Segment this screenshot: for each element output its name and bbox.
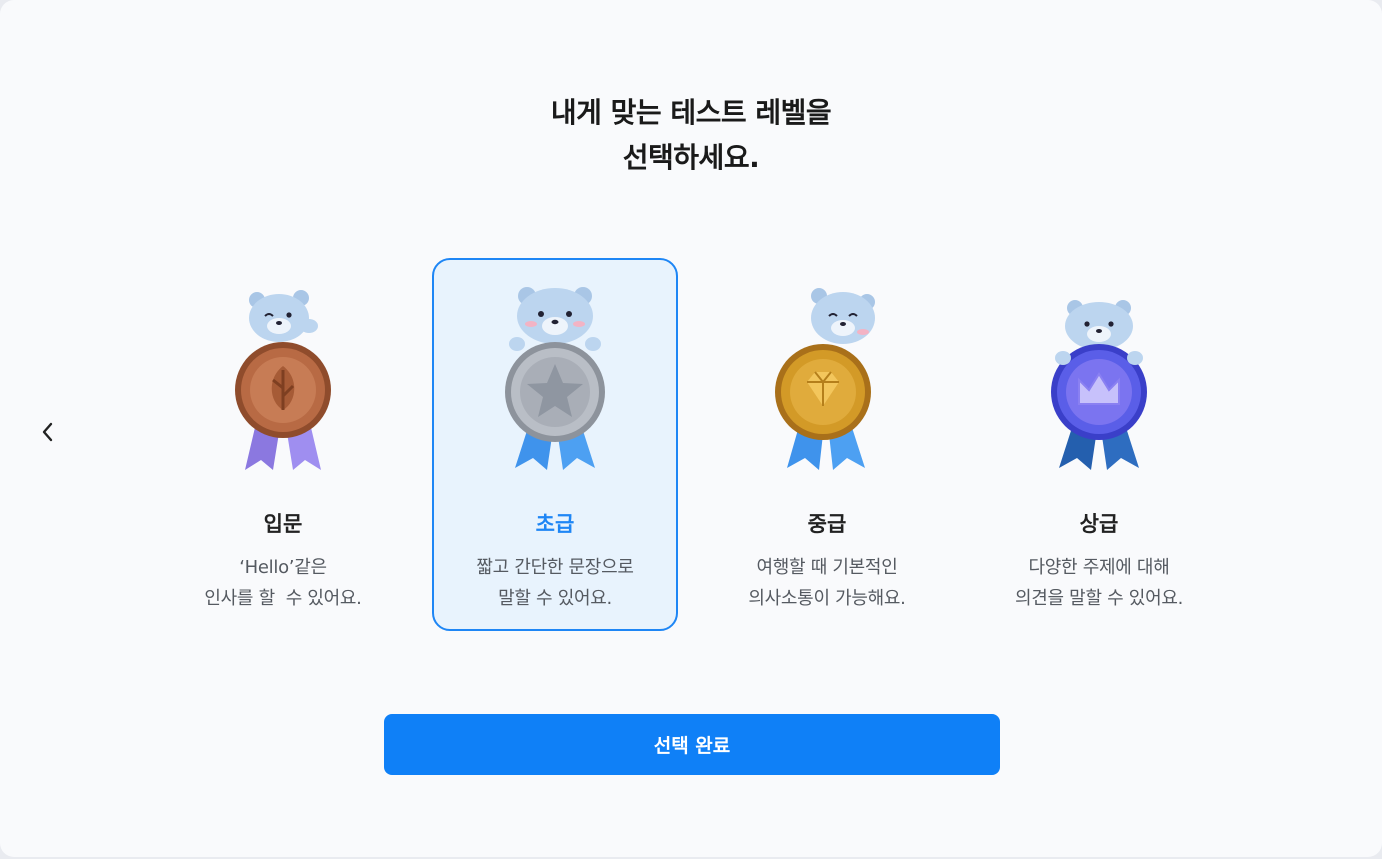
level-card-elementary[interactable]: 초급 짧고 간단한 문장으로 말할 수 있어요. [432,258,678,631]
submit-button[interactable]: 선택 완료 [384,714,1000,775]
crown-medal-icon [1051,300,1147,470]
level-card-beginner[interactable]: 입문 ‘Hello’같은 인사를 할 수 있어요. [160,258,406,631]
level-card-intermediate[interactable]: 중급 여행할 때 기본적인 의사소통이 가능해요. [704,258,950,631]
level-title: 입문 [263,512,303,536]
chevron-left-icon [42,422,53,442]
page-title: 내게 맞는 테스트 레벨을 선택하세요. [0,90,1382,180]
level-description-line2: 의견을 말할 수 있어요. [1014,588,1184,609]
level-title: 중급 [807,512,847,536]
diamond-medal-icon [775,288,875,470]
level-card-advanced[interactable]: 상급 다양한 주제에 대해 의견을 말할 수 있어요. [976,258,1222,631]
level-description-line1: 짧고 간단한 문장으로 [476,557,634,578]
level-description-line1: ‘Hello’같은 [239,557,327,578]
level-description-line2: 인사를 할 수 있어요. [204,588,362,609]
leaf-medal-icon [235,290,331,470]
level-description: 여행할 때 기본적인 의사소통이 가능해요. [706,552,948,614]
level-description-line1: 다양한 주제에 대해 [1028,557,1170,578]
level-description: 짧고 간단한 문장으로 말할 수 있어요. [434,552,676,614]
level-title: 상급 [1079,512,1119,536]
star-medal-icon [505,287,605,470]
level-description: ‘Hello’같은 인사를 할 수 있어요. [162,552,404,614]
level-description-line2: 말할 수 있어요. [498,588,612,609]
level-description-line2: 의사소통이 가능해요. [748,588,906,609]
level-select-screen: 내게 맞는 테스트 레벨을 선택하세요. 입문 ‘Hello’같은 인사를 할 … [0,0,1382,857]
back-button[interactable] [32,414,64,450]
level-description-line1: 여행할 때 기본적인 [756,557,898,578]
page-title-line2: 선택하세요. [622,141,760,174]
page-title-line1: 내게 맞는 테스트 레벨을 [550,96,832,129]
level-title: 초급 [535,512,575,536]
level-description: 다양한 주제에 대해 의견을 말할 수 있어요. [978,552,1220,614]
